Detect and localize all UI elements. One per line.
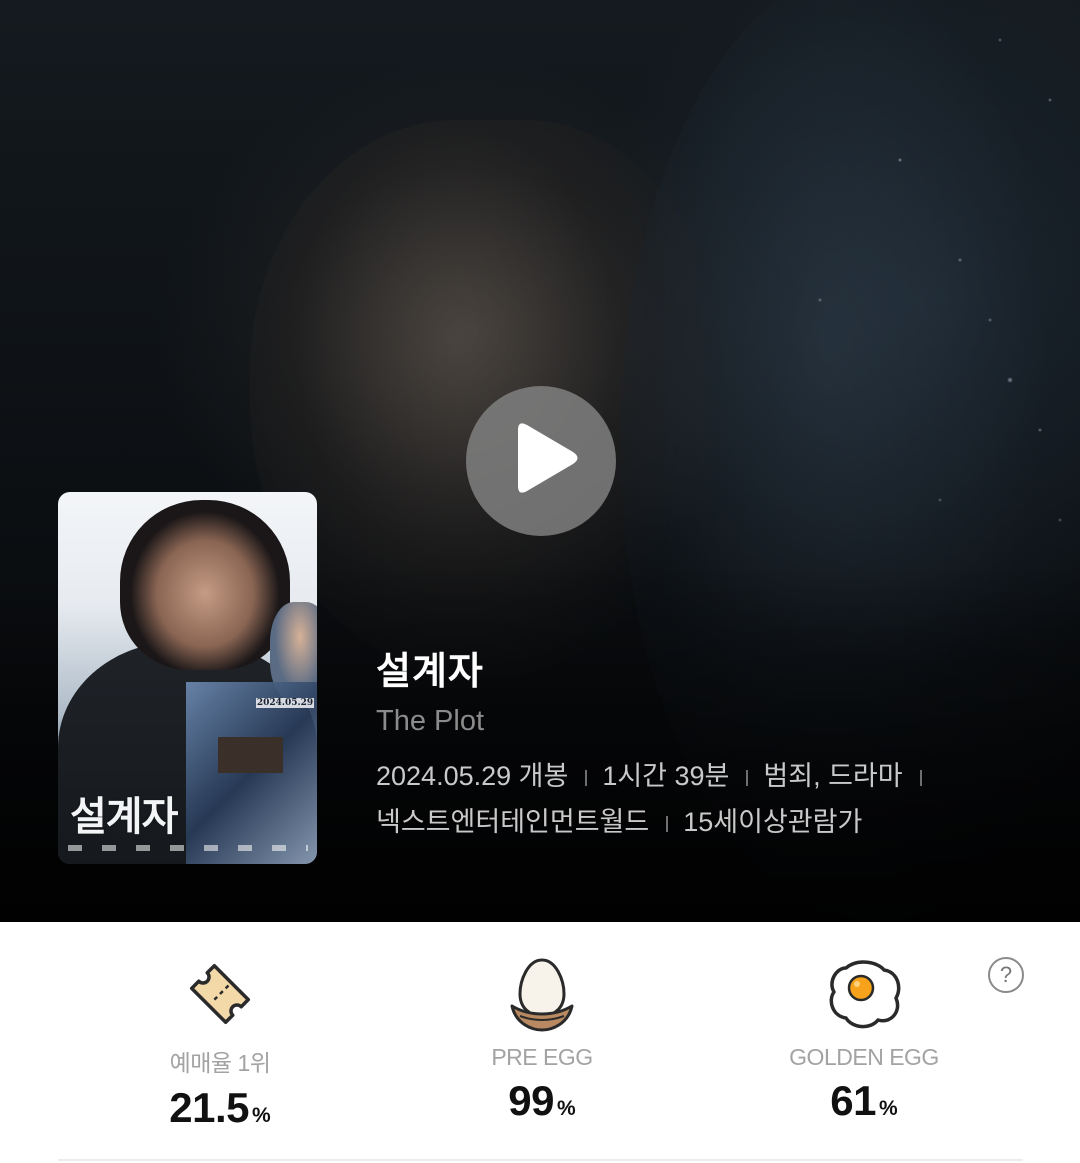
movie-info: 설계자 The Plot 2024.05.29 개봉 1시간 39분 범죄, 드라마… [376, 645, 937, 845]
stat-pre-egg-value: 99% [392, 1077, 692, 1125]
stat-golden-egg: GOLDEN EGG 61% [714, 954, 1014, 1125]
stat-golden-egg-label: GOLDEN EGG [789, 1044, 939, 1070]
movie-meta-line-1: 2024.05.29 개봉 1시간 39분 범죄, 드라마 [376, 753, 937, 799]
play-icon [518, 423, 578, 493]
poster-figure-head [120, 500, 290, 670]
stat-golden-egg-number: 61 [830, 1077, 877, 1124]
ticket-icon [180, 954, 260, 1034]
stat-reservation-number: 21.5 [169, 1084, 250, 1131]
distributor: 넥스트엔터테인먼트월드 [376, 807, 650, 837]
movie-meta-line-2: 넥스트엔터테인먼트월드 15세이상관람가 [376, 799, 937, 845]
meta-separator [666, 815, 669, 832]
egg-nest-icon [502, 954, 582, 1034]
stat-golden-egg-unit: % [879, 1097, 898, 1120]
stat-pre-egg-number: 99 [508, 1077, 555, 1124]
stat-reservation-unit: % [252, 1104, 271, 1127]
poster-collage [186, 682, 317, 864]
poster-collage-still [218, 737, 283, 773]
help-icon[interactable]: ? [988, 957, 1024, 993]
stat-reservation: 예매율 1위 21.5% [70, 954, 370, 1132]
meta-separator [746, 769, 749, 786]
section-divider [58, 1159, 1023, 1161]
stat-pre-egg: PRE EGG 99% [392, 954, 692, 1125]
genre: 범죄, 드라마 [763, 761, 903, 791]
stats-panel: 예매율 1위 21.5% PRE EGG 99% GOLDEN EGG 61% … [0, 922, 1080, 1163]
stat-golden-egg-value: 61% [714, 1077, 1014, 1125]
movie-meta: 2024.05.29 개봉 1시간 39분 범죄, 드라마 넥스트엔터테인먼트월드 1… [376, 753, 937, 845]
age-rating: 15세이상관람가 [683, 807, 863, 837]
poster-credits [68, 845, 308, 851]
trailer-hero: 2024.05.29 설계자 설계자 The Plot 2024.05.29 개… [0, 0, 1080, 922]
stat-pre-egg-unit: % [557, 1097, 576, 1120]
stat-pre-egg-label: PRE EGG [491, 1044, 593, 1070]
stat-reservation-label: 예매율 1위 [169, 1050, 271, 1076]
meta-separator [919, 769, 922, 786]
poster-date: 2024.05.29 [256, 698, 314, 708]
play-trailer-button[interactable] [466, 386, 616, 536]
movie-english-title: The Plot [376, 705, 484, 737]
meta-separator [585, 769, 588, 786]
fried-egg-icon [824, 954, 904, 1034]
stat-reservation-value: 21.5% [70, 1084, 370, 1132]
release-date: 2024.05.29 개봉 [376, 761, 569, 791]
movie-poster[interactable]: 2024.05.29 설계자 [58, 492, 317, 864]
poster-title: 설계자 [70, 794, 178, 840]
movie-title: 설계자 [376, 649, 484, 693]
runtime: 1시간 39분 [602, 761, 730, 791]
